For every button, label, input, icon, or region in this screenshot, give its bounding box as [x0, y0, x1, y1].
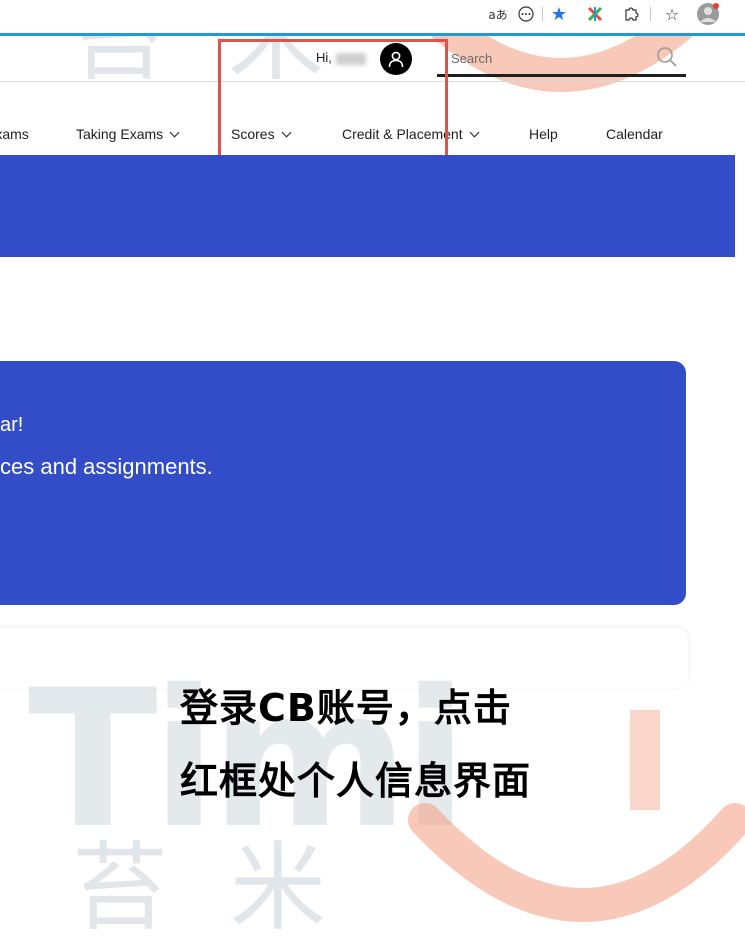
nav-label: Help [529, 126, 558, 142]
search-icon[interactable] [656, 46, 678, 68]
nav-label: Exams [0, 126, 29, 142]
chevron-down-icon [469, 127, 480, 138]
instruction-line-1: 登录CB账号，点击 [180, 686, 512, 730]
more-icon[interactable] [514, 4, 538, 24]
welcome-card [0, 361, 686, 605]
nav-exams[interactable]: Exams [0, 126, 29, 142]
toolbar-divider [542, 7, 543, 21]
chevron-down-icon [169, 127, 180, 138]
watermark-char-4: 米 [230, 832, 326, 944]
welcome-card-greeting: ar! [0, 414, 24, 436]
browser-toolbar: aあ ★ ☆ [0, 0, 745, 34]
highlight-box [218, 39, 448, 167]
toolbar-divider-2 [650, 7, 651, 21]
profile-avatar-icon[interactable] [696, 3, 720, 25]
nav-label: Taking Exams [76, 126, 164, 142]
nav-label: Calendar [606, 126, 663, 142]
search-input[interactable] [451, 47, 651, 69]
nav-help[interactable]: Help [529, 126, 558, 142]
welcome-card-message: ces and assignments. [0, 454, 213, 479]
search-bar [437, 43, 686, 77]
translate-icon[interactable]: aあ [486, 4, 510, 24]
bookmark-star-icon[interactable]: ★ [547, 4, 571, 25]
nav-taking-exams[interactable]: Taking Exams [76, 126, 180, 142]
instruction-line-2: 红框处个人信息界面 [180, 759, 532, 803]
nav-calendar[interactable]: Calendar [606, 126, 663, 142]
watermark-char-3: 苔 [72, 832, 168, 944]
extension-icon[interactable] [583, 4, 607, 24]
hero-banner [0, 155, 735, 257]
extensions-puzzle-icon[interactable] [619, 4, 643, 24]
favorites-icon[interactable]: ☆ [660, 4, 684, 24]
browser-accent-bar [0, 33, 745, 36]
